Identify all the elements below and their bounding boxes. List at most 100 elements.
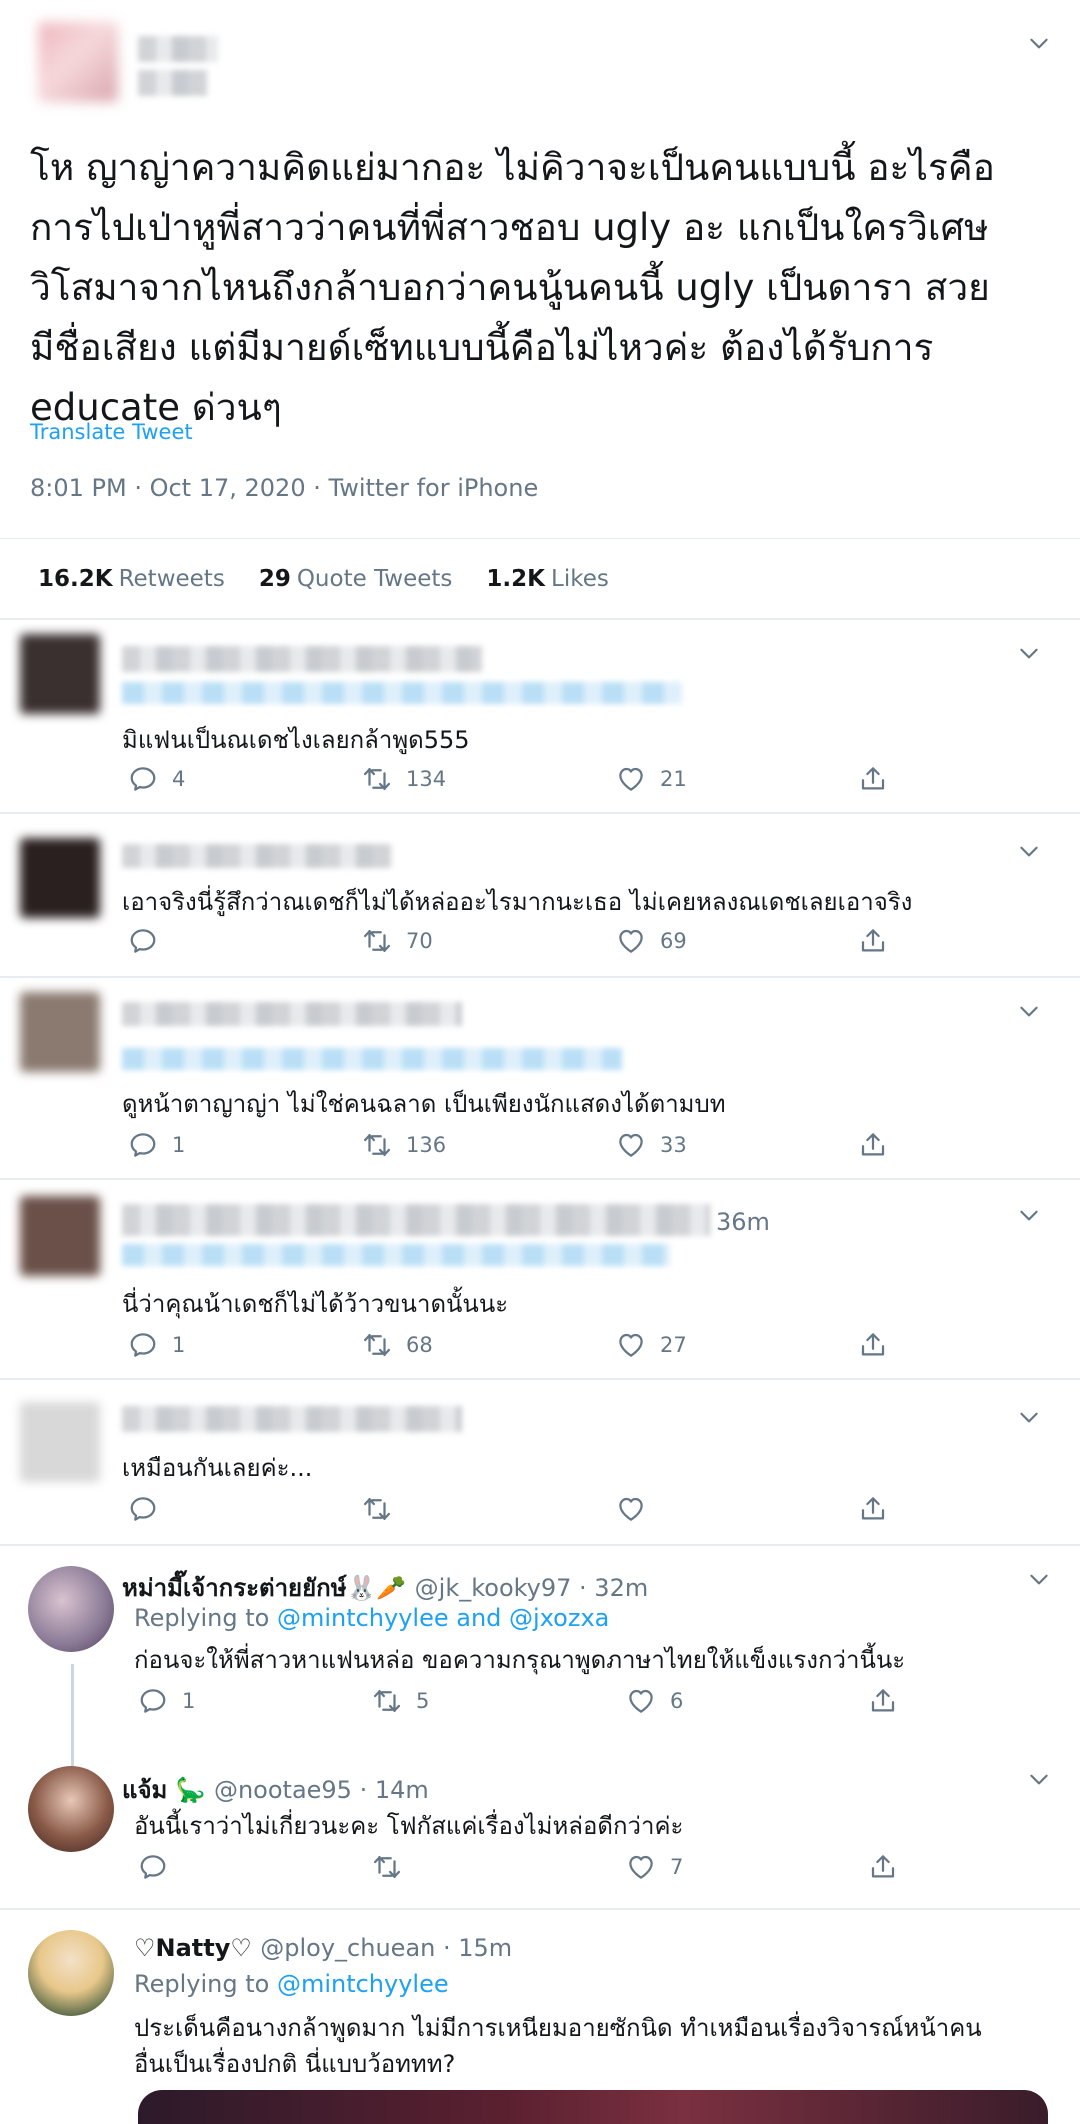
tweet-actions: 1 68 27 — [128, 1330, 908, 1362]
reply-count: 4 — [172, 767, 186, 791]
likes-label: Likes — [551, 566, 609, 592]
reply-button[interactable]: 4 — [128, 764, 185, 794]
avatar[interactable] — [20, 634, 100, 714]
reply-tweet[interactable]: เอาจริงนี่รู้สึกว่าณเดชก็ไม่ได้หล่ออะไรม… — [0, 814, 1080, 978]
reply-icon — [138, 1686, 168, 1716]
like-count: 69 — [660, 929, 687, 953]
reply-tweet[interactable]: ดูหน้าตาญาญ่า ไม่ใช่คนฉลาด เป็นเพียงนักแ… — [0, 978, 1080, 1180]
name-redacted — [122, 1002, 462, 1026]
reply-author[interactable]: ♡Natty♡ @ploy_chuean · 15m — [134, 1934, 512, 1962]
chevron-down-icon[interactable] — [1016, 998, 1042, 1024]
avatar[interactable] — [20, 992, 100, 1072]
avatar[interactable] — [20, 838, 100, 918]
like-icon — [616, 1494, 646, 1524]
reply-button[interactable]: 1 — [128, 1330, 185, 1360]
retweets-stat[interactable]: 16.2K Retweets — [38, 566, 225, 592]
reply-tweet[interactable]: มิแฟนเป็นณเดชไงเลยกล้าพูด555 4 134 21 — [0, 620, 1080, 814]
share-button[interactable] — [858, 1494, 888, 1524]
replying-prefix: Replying to — [134, 1604, 277, 1632]
tweet-actions: 4 134 21 — [128, 764, 908, 796]
retweet-button[interactable]: 5 — [372, 1686, 429, 1716]
reply-text: ดูหน้าตาญาญ่า ไม่ใช่คนฉลาด เป็นเพียงนักแ… — [122, 1090, 726, 1118]
meta-separator: · — [313, 474, 329, 502]
retweets-count: 16.2K — [38, 566, 113, 592]
chevron-down-icon[interactable] — [1016, 1202, 1042, 1228]
reply-author[interactable]: แจ้ม 🦕 @nootae95 · 14m — [122, 1770, 429, 1809]
replying-prefix: Replying to — [134, 1970, 277, 1998]
tweet-source[interactable]: Twitter for iPhone — [329, 474, 539, 502]
tweet-actions: 7 — [138, 1852, 918, 1884]
like-button[interactable] — [616, 1494, 660, 1524]
retweet-button[interactable]: 68 — [362, 1330, 433, 1360]
translate-tweet-link[interactable]: Translate Tweet — [30, 420, 193, 444]
share-icon — [868, 1852, 898, 1882]
reply-button[interactable]: 1 — [128, 1130, 185, 1160]
author-handle: @jk_kooky97 · 32m — [414, 1574, 649, 1602]
tweet-actions: 1 5 6 — [138, 1686, 918, 1718]
author-avatar[interactable] — [38, 22, 118, 102]
like-count: 33 — [660, 1133, 687, 1157]
avatar[interactable] — [28, 1766, 114, 1852]
chevron-down-icon[interactable] — [1026, 1566, 1052, 1592]
reply-button[interactable]: 1 — [138, 1686, 195, 1716]
like-button[interactable]: 33 — [616, 1130, 687, 1160]
share-button[interactable] — [858, 926, 888, 956]
share-button[interactable] — [868, 1852, 898, 1882]
tweet-time[interactable]: 8:01 PM · Oct 17, 2020 — [30, 474, 306, 502]
like-icon — [616, 926, 646, 956]
tweet-text: โห ญาญ่าความคิดแย่มากอะ ไม่คิวาจะเป็นคนแ… — [30, 138, 1050, 438]
chevron-down-icon[interactable] — [1016, 838, 1042, 864]
tweet-stats: 16.2K Retweets 29 Quote Tweets 1.2K Likes — [38, 566, 609, 592]
like-button[interactable]: 69 — [616, 926, 687, 956]
retweet-button[interactable] — [362, 1494, 406, 1524]
like-button[interactable]: 21 — [616, 764, 687, 794]
share-button[interactable] — [858, 1330, 888, 1360]
retweet-icon — [362, 1494, 392, 1524]
retweet-button[interactable]: 70 — [362, 926, 433, 956]
retweet-button[interactable] — [372, 1852, 416, 1882]
reply-text-line: อื่นเป็นเรื่องปกติ นี่แบบว้อททท? — [134, 2050, 456, 2078]
replying-users-link[interactable]: @mintchyylee — [277, 1970, 449, 1998]
reply-count: 1 — [172, 1333, 186, 1357]
media-preview[interactable] — [138, 2090, 1048, 2124]
share-button[interactable] — [858, 1130, 888, 1160]
retweet-icon — [362, 1330, 392, 1360]
author-name: ♡Natty♡ — [134, 1934, 252, 1962]
reply-tweet[interactable]: 36m นี่ว่าคุณน้าเดชก็ไม่ได้ว้าวขนาดนั้นน… — [0, 1180, 1080, 1380]
reply-tweet[interactable]: เหมือนกันเลยค่ะ... — [0, 1380, 1080, 1546]
chevron-down-icon[interactable] — [1016, 640, 1042, 666]
name-redacted — [122, 844, 392, 868]
avatar[interactable] — [28, 1566, 114, 1652]
chevron-down-icon[interactable] — [1016, 1404, 1042, 1430]
like-button[interactable]: 27 — [616, 1330, 687, 1360]
reply-author[interactable]: หม่ามี๊เจ้ากระต่ายยักษ์🐰🥕 @jk_kooky97 · … — [122, 1568, 648, 1607]
main-tweet: โห ญาญ่าความคิดแย่มากอะ ไม่คิวาจะเป็นคนแ… — [0, 0, 1080, 600]
author-handle: @nootae95 · 14m — [213, 1776, 429, 1804]
share-button[interactable] — [868, 1686, 898, 1716]
like-icon — [626, 1852, 656, 1882]
like-count: 27 — [660, 1333, 687, 1357]
avatar[interactable] — [20, 1196, 100, 1276]
chevron-down-icon[interactable] — [1026, 1766, 1052, 1792]
retweet-button[interactable]: 136 — [362, 1130, 446, 1160]
avatar[interactable] — [28, 1930, 114, 2016]
author-name: แจ้ม 🦕 — [122, 1776, 206, 1804]
share-icon — [858, 1130, 888, 1160]
retweet-button[interactable]: 134 — [362, 764, 446, 794]
share-button[interactable] — [858, 764, 888, 794]
chevron-down-icon[interactable] — [1026, 30, 1052, 56]
retweet-count: 5 — [416, 1689, 430, 1713]
like-button[interactable]: 6 — [626, 1686, 683, 1716]
retweet-icon — [362, 764, 392, 794]
reply-icon — [128, 1494, 158, 1524]
replying-users-link[interactable]: @mintchyylee and @jxozxa — [277, 1604, 609, 1632]
retweet-count: 134 — [406, 767, 447, 791]
reply-button[interactable] — [128, 1494, 172, 1524]
name-redacted — [122, 1204, 710, 1236]
likes-stat[interactable]: 1.2K Likes — [486, 566, 608, 592]
reply-button[interactable] — [138, 1852, 182, 1882]
avatar[interactable] — [20, 1402, 100, 1482]
reply-button[interactable] — [128, 926, 172, 956]
quotes-stat[interactable]: 29 Quote Tweets — [259, 566, 453, 592]
like-button[interactable]: 7 — [626, 1852, 683, 1882]
